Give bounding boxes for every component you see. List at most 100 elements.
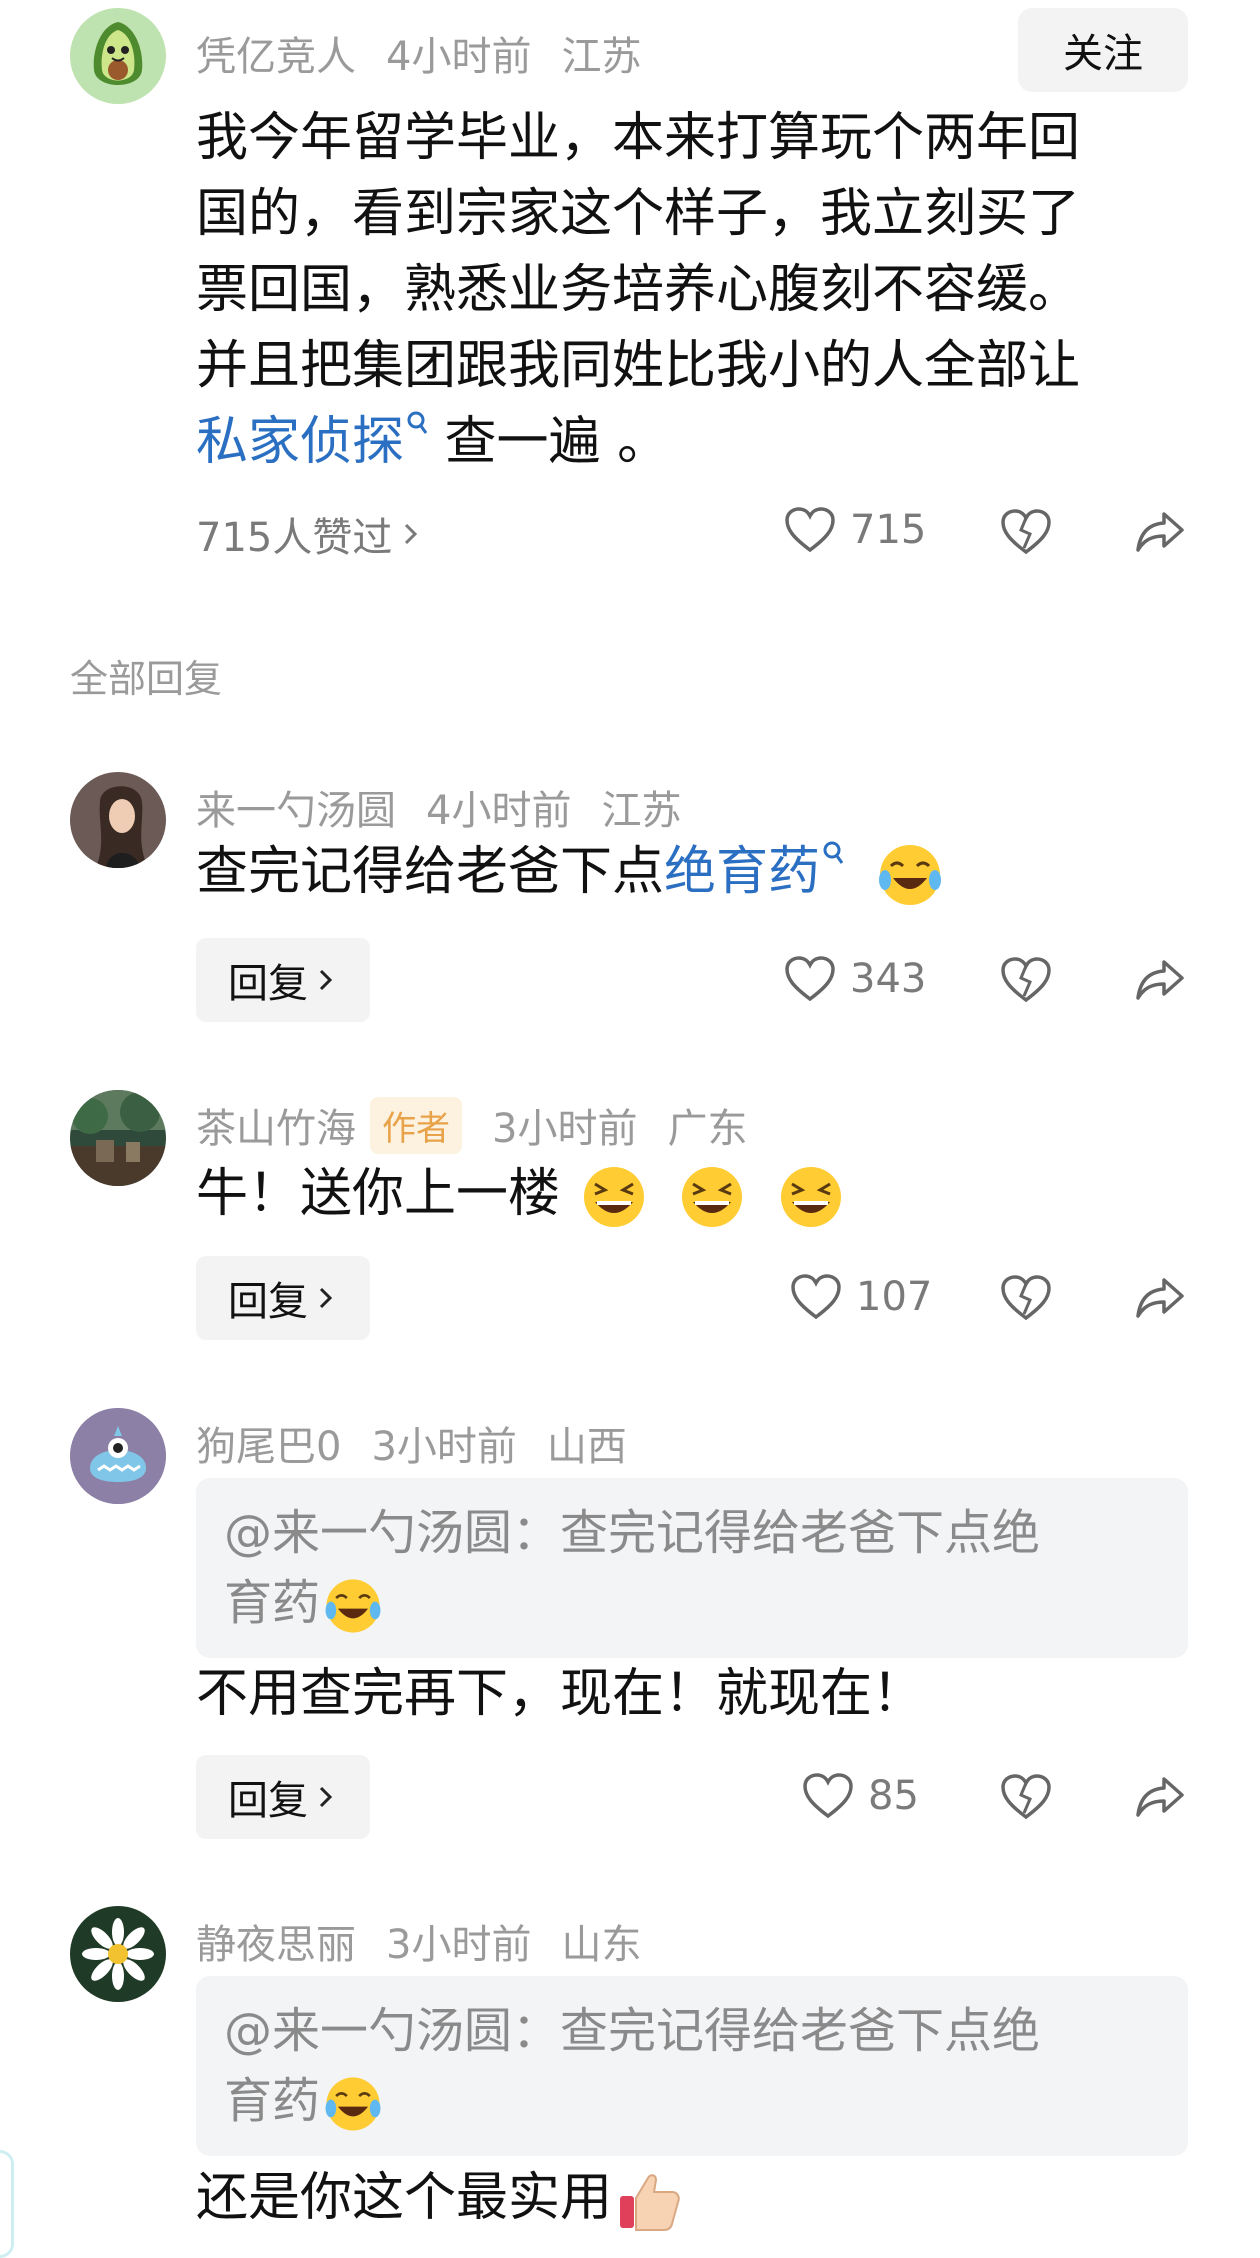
reply-label: 回复 — [228, 961, 308, 1007]
reply-label: 回复 — [228, 1778, 308, 1824]
heart-icon — [785, 956, 835, 1002]
username[interactable]: 来一勺汤圆 — [196, 778, 396, 836]
heart-icon — [803, 1773, 853, 1819]
timestamp: 3小时前 — [386, 1922, 532, 1968]
avocado-avatar-icon — [70, 8, 166, 104]
comment-line: 私家侦探 查一遍 。 — [196, 404, 1080, 480]
comment-text: 不用查完再下，现在！就现在！ — [196, 1664, 925, 1724]
dislike-broken-heart-icon[interactable] — [1000, 1274, 1052, 1322]
likers-label: 715人赞过 — [196, 515, 393, 561]
quoted-text-line: 育药 — [224, 1568, 1160, 1638]
follow-button[interactable]: 关注 — [1018, 8, 1188, 92]
avatar[interactable] — [70, 1408, 166, 1504]
quoted-reply: @来一勺汤圆：查完记得给老爸下点绝 育药 — [196, 1478, 1188, 1658]
laugh-cry-emoji-icon — [878, 845, 941, 905]
location: 江苏 — [601, 788, 682, 834]
location: 广东 — [667, 1106, 748, 1152]
comment-text: 查完记得给老爸下点绝育药 — [196, 834, 947, 910]
comment-tail: 查一遍 。 — [428, 412, 670, 472]
timestamp: 3小时前 — [371, 1424, 517, 1470]
timestamp: 3小时前 — [492, 1106, 638, 1152]
heart-icon — [791, 1274, 841, 1320]
like-button[interactable]: 85 — [802, 1772, 919, 1820]
comment-meta: 狗尾巴0 3小时前 山西 — [196, 1414, 627, 1472]
comment-line: 票回国，熟悉业务培养心腹刻不容缓。 — [196, 260, 1081, 320]
comment-text: 我今年留学毕业，本来打算玩个两年回 国的，看到宗家这个样子，我立刻买了 票回国，… — [196, 100, 1080, 480]
user-photo-avatar-icon — [70, 772, 166, 868]
share-icon[interactable] — [1134, 508, 1186, 556]
grin-emoji-icon — [682, 1167, 743, 1227]
dislike-broken-heart-icon[interactable] — [1000, 508, 1052, 556]
username[interactable]: 静夜思丽 — [196, 1912, 356, 1970]
share-icon[interactable] — [1134, 1274, 1186, 1322]
chevron-right-icon — [319, 969, 333, 991]
location: 山西 — [546, 1424, 627, 1470]
comment-line: 我今年留学毕业，本来打算玩个两年回 — [196, 108, 1081, 168]
likers-link[interactable]: 715人赞过 — [196, 505, 424, 563]
comment-text: 还是你这个最实用 — [196, 2160, 686, 2236]
avatar[interactable] — [70, 772, 166, 868]
reply-label: 回复 — [228, 1279, 308, 1325]
scenery-photo-avatar-icon — [70, 1090, 166, 1186]
search-link-text[interactable]: 绝育药 — [664, 842, 820, 902]
laugh-cry-emoji-icon — [325, 2077, 381, 2131]
comment-meta: 来一勺汤圆 4小时前 江苏 — [196, 778, 681, 836]
comment-meta: 茶山竹海 作者 3小时前 广东 — [196, 1096, 747, 1154]
username[interactable]: 凭亿竞人 — [196, 24, 356, 82]
avatar[interactable] — [70, 8, 166, 104]
reply-text: 还是你这个最实用 — [196, 2168, 613, 2228]
username[interactable]: 茶山竹海 — [196, 1096, 356, 1154]
comment-meta: 凭亿竞人 4小时前 江苏 — [196, 24, 641, 82]
search-icon — [407, 411, 428, 434]
search-icon — [823, 841, 844, 864]
like-button[interactable]: 343 — [784, 955, 926, 1003]
timestamp: 4小时前 — [386, 34, 532, 80]
reply-text: 查完记得给老爸下点 — [196, 842, 665, 902]
daisy-avatar-icon — [70, 1906, 166, 2002]
quoted-text: 育药 — [224, 1575, 321, 1631]
dislike-broken-heart-icon[interactable] — [1000, 1773, 1052, 1821]
search-link[interactable]: 私家侦探 — [196, 411, 428, 472]
like-button[interactable]: 715 — [784, 506, 926, 554]
dislike-broken-heart-icon[interactable] — [1000, 956, 1052, 1004]
reply-text: 牛！送你上一楼 — [196, 1164, 561, 1224]
laugh-cry-emoji-icon — [325, 1579, 381, 1633]
floating-edge-handle[interactable] — [0, 2150, 14, 2258]
heart-icon — [785, 507, 835, 553]
username[interactable]: 狗尾巴0 — [196, 1414, 341, 1472]
comment-line: 国的，看到宗家这个样子，我立刻买了 — [196, 184, 1081, 244]
like-count: 107 — [856, 1274, 933, 1320]
monster-avatar-icon — [70, 1408, 166, 1504]
share-icon[interactable] — [1134, 956, 1186, 1004]
chevron-right-icon — [319, 1287, 333, 1309]
reply-button[interactable]: 回复 — [196, 938, 370, 1022]
all-replies-heading: 全部回复 — [70, 657, 223, 701]
chevron-right-icon — [319, 1786, 333, 1808]
author-badge: 作者 — [370, 1096, 462, 1154]
like-count: 343 — [850, 956, 927, 1002]
like-count: 85 — [868, 1773, 919, 1819]
avatar[interactable] — [70, 1906, 166, 2002]
like-button[interactable]: 107 — [790, 1273, 932, 1321]
reply-button[interactable]: 回复 — [196, 1256, 370, 1340]
quoted-text: @来一勺汤圆：查完记得给老爸下点绝 — [224, 2003, 1041, 2059]
quoted-text: 育药 — [224, 2073, 321, 2129]
grin-emoji-icon — [780, 1167, 841, 1227]
location: 江苏 — [561, 34, 642, 80]
comment-text: 牛！送你上一楼 — [196, 1156, 848, 1232]
avatar[interactable] — [70, 1090, 166, 1186]
like-count: 715 — [850, 507, 927, 553]
comment-line: 并且把集团跟我同姓比我小的人全部让 — [196, 336, 1081, 396]
location: 山东 — [561, 1922, 642, 1968]
search-link[interactable]: 绝育药 — [664, 841, 844, 902]
timestamp: 4小时前 — [426, 788, 572, 834]
share-icon[interactable] — [1134, 1773, 1186, 1821]
quoted-reply: @来一勺汤圆：查完记得给老爸下点绝 育药 — [196, 1976, 1188, 2156]
grin-emoji-icon — [583, 1167, 644, 1227]
chevron-right-icon — [405, 523, 418, 545]
search-link-text[interactable]: 私家侦探 — [196, 412, 404, 472]
comment-meta: 静夜思丽 3小时前 山东 — [196, 1912, 641, 1970]
reply-button[interactable]: 回复 — [196, 1755, 370, 1839]
quoted-text: @来一勺汤圆：查完记得给老爸下点绝 — [224, 1505, 1041, 1561]
thumbs-up-emoji-icon — [620, 2174, 680, 2231]
